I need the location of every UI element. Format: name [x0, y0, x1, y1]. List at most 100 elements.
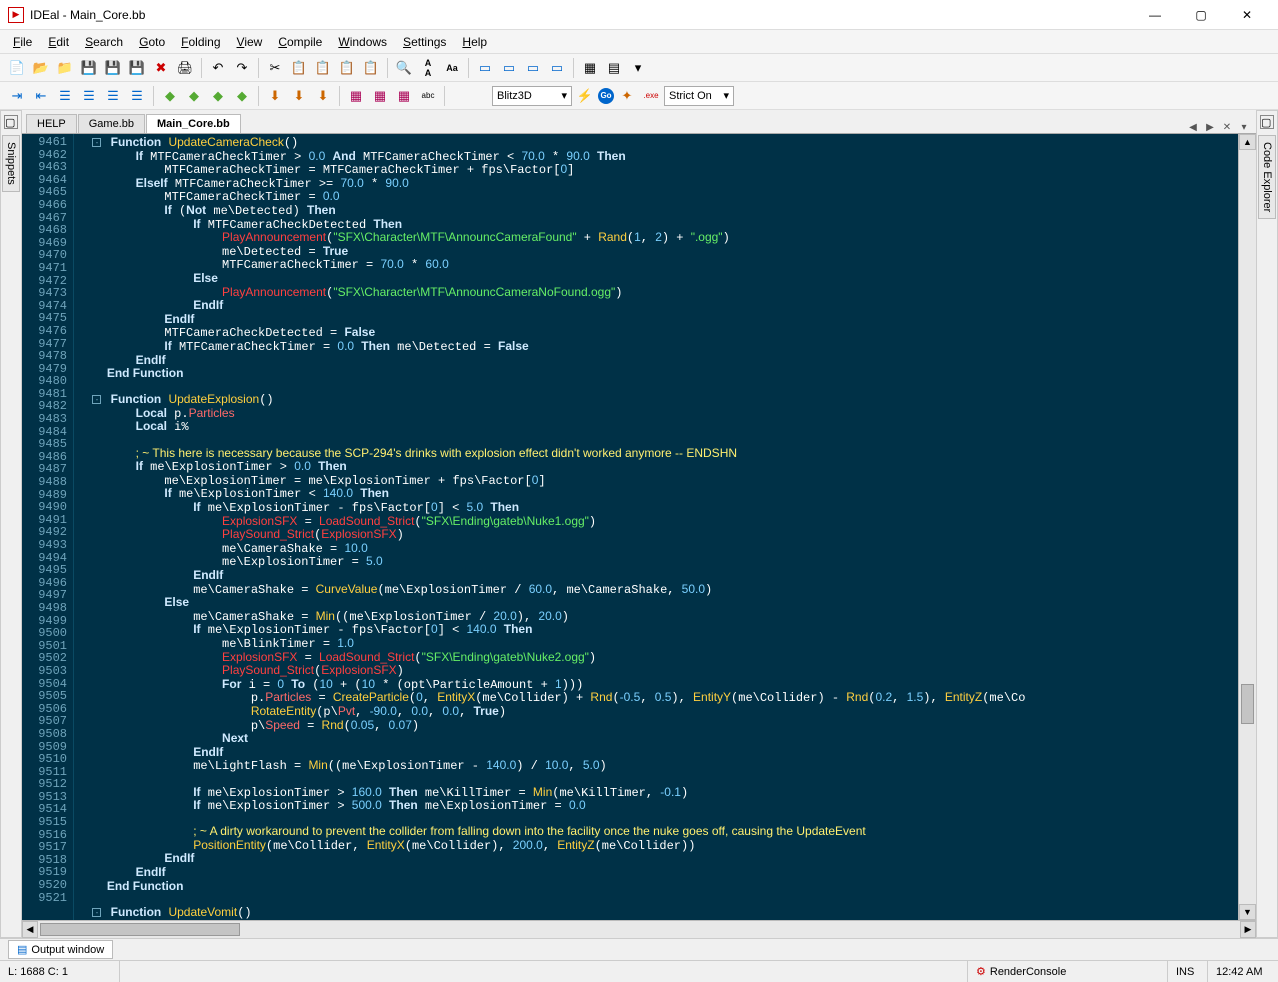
compiler-combo-value: Blitz3D [497, 90, 532, 102]
cut-icon[interactable]: ✂ [264, 57, 286, 79]
scroll-thumb[interactable] [1241, 684, 1254, 724]
goto-back-icon[interactable]: ⬇ [312, 85, 334, 107]
prev-bookmark-icon[interactable]: ▭ [498, 57, 520, 79]
code-explorer-tab[interactable]: Code Explorer [1258, 135, 1276, 219]
paste-icon[interactable]: 📋 [312, 57, 334, 79]
unfold-icon[interactable]: ◆ [183, 85, 205, 107]
status-process: ⚙ RenderConsole [968, 961, 1168, 982]
sidebar-pin-icon[interactable]: ▢ [4, 115, 18, 129]
block2-icon[interactable]: ▦ [369, 85, 391, 107]
view-dropdown-icon[interactable]: ▾ [627, 57, 649, 79]
goto-def-icon[interactable]: ⬇ [288, 85, 310, 107]
copy-icon[interactable]: 📋 [288, 57, 310, 79]
unfold-all-icon[interactable]: ◆ [231, 85, 253, 107]
strict-combo-value: Strict On [669, 90, 712, 102]
goto-line-icon[interactable]: ⬇ [264, 85, 286, 107]
open-file-icon[interactable]: 📂 [30, 57, 52, 79]
clear-bookmarks-icon[interactable]: ▭ [546, 57, 568, 79]
separator [153, 86, 154, 106]
output-window-tab[interactable]: ▤ Output window [8, 940, 113, 959]
toggle-bookmark-icon[interactable]: ▭ [474, 57, 496, 79]
process-icon: ⚙ [976, 965, 986, 978]
vertical-scrollbar[interactable]: ▲ ▼ [1238, 134, 1256, 920]
new-file-icon[interactable]: 📄 [6, 57, 28, 79]
save-as-icon[interactable]: 💾 [126, 57, 148, 79]
find-icon[interactable]: 🔍 [393, 57, 415, 79]
delete-icon[interactable]: ✖ [150, 57, 172, 79]
separator [468, 58, 469, 78]
hscroll-thumb[interactable] [40, 923, 240, 936]
sidebar-pin-icon[interactable]: ▢ [1260, 115, 1274, 129]
code-editor[interactable]: 9461 9462 9463 9464 9465 9466 9467 9468 … [22, 134, 1256, 920]
close-button[interactable]: ✕ [1224, 0, 1270, 30]
status-spacer [120, 961, 968, 982]
tab-prev-icon[interactable]: ◀ [1185, 122, 1201, 133]
format-icon[interactable]: ☰ [102, 85, 124, 107]
compile-icon[interactable]: ⚡ [574, 85, 596, 107]
find-replace-icon[interactable]: AA [417, 57, 439, 79]
scroll-right-icon[interactable]: ▶ [1240, 921, 1256, 938]
menu-compile[interactable]: Compile [271, 33, 329, 51]
strict-combo[interactable]: Strict On▾ [664, 86, 734, 106]
window-titlebar: ▶ IDEal - Main_Core.bb — ▢ ✕ [0, 0, 1278, 30]
scroll-left-icon[interactable]: ◀ [22, 921, 38, 938]
status-bar: L: 1688 C: 1 ⚙ RenderConsole INS 12:42 A… [0, 960, 1278, 982]
view-layout-icon[interactable]: ▤ [603, 57, 625, 79]
format2-icon[interactable]: ☰ [126, 85, 148, 107]
separator [339, 86, 340, 106]
menu-goto[interactable]: Goto [132, 33, 172, 51]
save-icon[interactable]: 💾 [78, 57, 100, 79]
tab-menu-icon[interactable]: ▾ [1236, 122, 1252, 133]
horizontal-scrollbar[interactable]: ◀ ▶ [22, 920, 1256, 938]
tab-close-icon[interactable]: ✕ [1219, 122, 1235, 133]
tab-main_core-bb[interactable]: Main_Core.bb [146, 114, 241, 133]
block3-icon[interactable]: ▦ [393, 85, 415, 107]
indent-icon[interactable]: ⇥ [6, 85, 28, 107]
menu-folding[interactable]: Folding [174, 33, 227, 51]
fold-all-icon[interactable]: ◆ [207, 85, 229, 107]
save-all-icon[interactable]: 💾 [102, 57, 124, 79]
outdent-icon[interactable]: ⇤ [30, 85, 52, 107]
tab-help[interactable]: HELP [26, 114, 77, 133]
comment-icon[interactable]: ☰ [54, 85, 76, 107]
menu-view[interactable]: View [230, 33, 270, 51]
status-process-label: RenderConsole [990, 966, 1066, 978]
toolbar-compile: ⇥ ⇤ ☰ ☰ ☰ ☰ ◆ ◆ ◆ ◆ ⬇ ⬇ ⬇ ▦ ▦ ▦ abc Blit… [0, 82, 1278, 110]
undo-icon[interactable]: ↶ [207, 57, 229, 79]
code-content[interactable]: - Function UpdateCameraCheck() If MTFCam… [74, 134, 1238, 920]
separator [258, 58, 259, 78]
minimize-button[interactable]: — [1132, 0, 1178, 30]
find-next-icon[interactable]: Aa [441, 57, 463, 79]
paste-special-icon[interactable]: 📋 [360, 57, 382, 79]
menu-edit[interactable]: Edit [41, 33, 76, 51]
menu-windows[interactable]: Windows [331, 33, 394, 51]
open-project-icon[interactable]: 📁 [54, 57, 76, 79]
block1-icon[interactable]: ▦ [345, 85, 367, 107]
menu-help[interactable]: Help [455, 33, 494, 51]
scroll-down-icon[interactable]: ▼ [1239, 904, 1256, 920]
menu-search[interactable]: Search [78, 33, 130, 51]
menu-file[interactable]: File [6, 33, 39, 51]
print-icon[interactable]: 🖨 [174, 57, 196, 79]
scroll-up-icon[interactable]: ▲ [1239, 134, 1256, 150]
compiler-combo[interactable]: Blitz3D▾ [492, 86, 572, 106]
redo-icon[interactable]: ↷ [231, 57, 253, 79]
copy-append-icon[interactable]: 📋 [336, 57, 358, 79]
snippets-tab[interactable]: Snippets [2, 135, 20, 192]
block4-icon[interactable]: abc [417, 85, 439, 107]
view-split-icon[interactable]: ▦ [579, 57, 601, 79]
run-icon[interactable]: Go [598, 88, 614, 104]
build-exe-icon[interactable]: .exe [640, 85, 662, 107]
uncomment-icon[interactable]: ☰ [78, 85, 100, 107]
tab-game-bb[interactable]: Game.bb [78, 114, 145, 133]
next-bookmark-icon[interactable]: ▭ [522, 57, 544, 79]
separator [444, 86, 445, 106]
menu-settings[interactable]: Settings [396, 33, 453, 51]
right-sidebar: ▢ Code Explorer [1256, 110, 1278, 938]
output-panel-tabs: ▤ Output window [0, 938, 1278, 960]
debug-icon[interactable]: ✦ [616, 85, 638, 107]
output-window-label: Output window [31, 944, 104, 956]
maximize-button[interactable]: ▢ [1178, 0, 1224, 30]
fold-icon[interactable]: ◆ [159, 85, 181, 107]
tab-next-icon[interactable]: ▶ [1202, 122, 1218, 133]
